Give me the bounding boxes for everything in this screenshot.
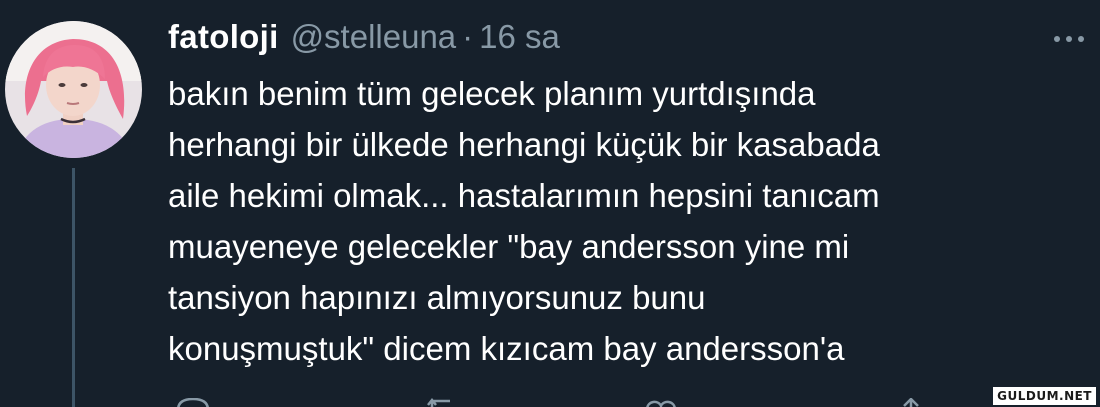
- user-handle[interactable]: @stelleuna: [291, 18, 457, 56]
- separator-dot: ·: [462, 18, 474, 55]
- thread-line: [72, 168, 75, 407]
- tweet-text-line: tansiyon hapınızı almıyorsunuz bunu: [168, 279, 706, 316]
- more-icon[interactable]: [1054, 36, 1084, 42]
- more-dot: [1078, 36, 1084, 42]
- tweet-header: fatoloji @stelleuna · 16 sa: [168, 18, 560, 62]
- tweet-text-line: muayeneye gelecekler "bay andersson yine…: [168, 228, 850, 265]
- avatar[interactable]: [5, 21, 142, 158]
- timestamp[interactable]: 16 sa: [479, 18, 560, 56]
- tweet-text-line: aile hekimi olmak... hastalarımın hepsin…: [168, 177, 880, 214]
- tweet-card[interactable]: fatoloji @stelleuna · 16 sa bakın benim …: [0, 0, 1100, 407]
- more-dot: [1066, 36, 1072, 42]
- tweet-actions: [168, 398, 928, 407]
- share-icon[interactable]: [894, 398, 928, 407]
- more-dot: [1054, 36, 1060, 42]
- avatar-photo: [5, 21, 142, 158]
- like-icon[interactable]: [644, 398, 678, 407]
- retweet-icon[interactable]: [426, 398, 460, 407]
- watermark-badge: GULDUM.NET: [993, 387, 1096, 405]
- tweet-text-line: bakın benim tüm gelecek planım yurtdışın…: [168, 75, 816, 112]
- display-name[interactable]: fatoloji: [168, 18, 279, 56]
- tweet-text: bakın benim tüm gelecek planım yurtdışın…: [168, 68, 1088, 374]
- reply-icon[interactable]: [176, 398, 210, 407]
- tweet-text-line: herhangi bir ülkede herhangi küçük bir k…: [168, 126, 880, 163]
- tweet-text-line: konuşmuştuk" dicem kızıcam bay andersson…: [168, 330, 845, 367]
